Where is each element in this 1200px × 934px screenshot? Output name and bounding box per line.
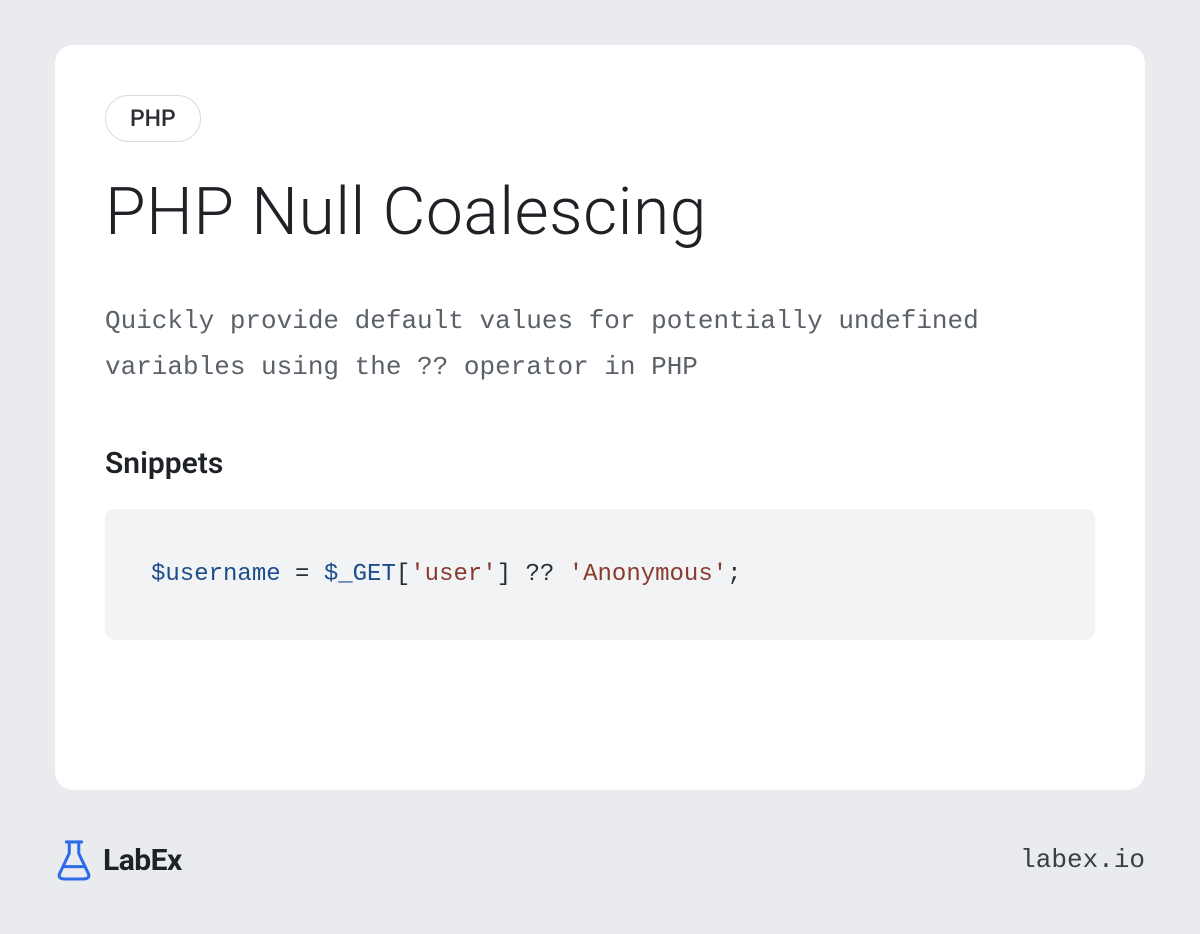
page-title: PHP Null Coalescing: [105, 174, 1095, 251]
snippets-heading: Snippets: [105, 446, 1095, 481]
code-text: [: [396, 561, 410, 588]
content-card: PHP PHP Null Coalescing Quickly provide …: [55, 45, 1145, 790]
brand: LabEx: [55, 839, 182, 881]
flask-icon: [55, 839, 93, 881]
brand-name: LabEx: [103, 843, 182, 878]
code-block: $username = $_GET['user'] ?? 'Anonymous'…: [105, 509, 1095, 640]
code-text: ;: [727, 561, 741, 588]
language-tag: PHP: [105, 95, 201, 142]
description: Quickly provide default values for poten…: [105, 299, 1085, 390]
code-variable: $_GET: [324, 561, 396, 588]
code-text: =: [281, 561, 324, 588]
site-url: labex.io: [1020, 845, 1145, 875]
footer: LabEx labex.io: [55, 830, 1145, 890]
code-string: 'user': [410, 561, 496, 588]
code-string: 'Anonymous': [569, 561, 727, 588]
code-text: ] ??: [497, 561, 569, 588]
code-variable: $username: [151, 561, 281, 588]
